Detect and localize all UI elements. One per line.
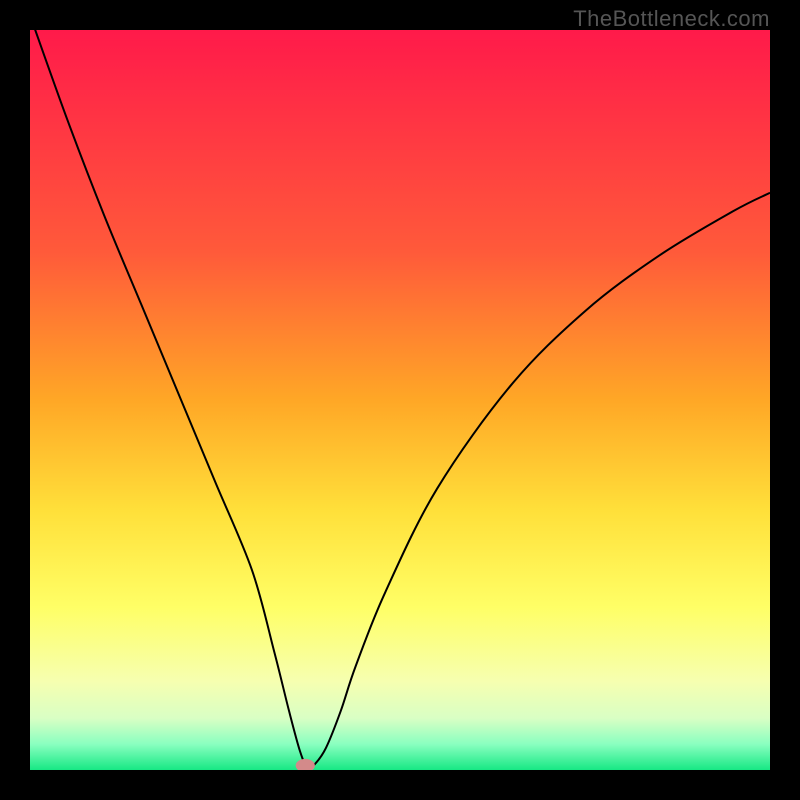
watermark-text: TheBottleneck.com bbox=[573, 6, 770, 32]
bottleneck-chart bbox=[30, 30, 770, 770]
chart-container bbox=[30, 30, 770, 770]
gradient-background bbox=[30, 30, 770, 770]
